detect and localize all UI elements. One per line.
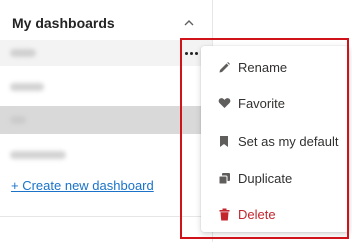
- panel-title: My dashboards: [12, 15, 115, 31]
- stage: My dashboards + Create new dashboard Ren…: [0, 0, 352, 242]
- menu-item-delete[interactable]: Delete: [201, 198, 349, 230]
- context-menu: Rename Favorite Set as my default Duplic…: [201, 46, 349, 232]
- heart-icon: [217, 96, 231, 110]
- more-options-icon[interactable]: [184, 48, 198, 58]
- dashboard-item-selected[interactable]: [0, 106, 212, 134]
- menu-item-label: Set as my default: [238, 133, 339, 149]
- dashboard-name-redacted: [10, 83, 44, 91]
- menu-item-favorite[interactable]: Favorite: [201, 87, 349, 119]
- chevron-up-icon[interactable]: [184, 18, 194, 28]
- dashboard-item[interactable]: [0, 74, 212, 100]
- menu-item-label: Favorite: [238, 95, 285, 111]
- dashboard-item[interactable]: [0, 40, 212, 66]
- dashboard-name-redacted: [10, 116, 26, 124]
- menu-item-rename[interactable]: Rename: [201, 51, 349, 83]
- menu-item-duplicate[interactable]: Duplicate: [201, 162, 349, 194]
- dashboard-item[interactable]: [0, 142, 212, 168]
- bookmark-icon: [217, 134, 231, 148]
- dashboard-name-redacted: [10, 49, 36, 57]
- menu-item-label: Rename: [238, 59, 288, 75]
- divider: [0, 216, 212, 217]
- pencil-icon: [217, 60, 231, 74]
- menu-item-label: Duplicate: [238, 170, 293, 186]
- dashboards-panel: My dashboards + Create new dashboard: [0, 0, 212, 242]
- menu-item-label: Delete: [238, 206, 276, 222]
- duplicate-icon: [217, 171, 231, 185]
- trash-icon: [217, 207, 231, 221]
- dashboard-name-redacted: [10, 151, 66, 159]
- create-dashboard-link[interactable]: + Create new dashboard: [11, 178, 154, 193]
- panel-header: My dashboards: [12, 14, 194, 32]
- menu-item-set-default[interactable]: Set as my default: [201, 125, 349, 157]
